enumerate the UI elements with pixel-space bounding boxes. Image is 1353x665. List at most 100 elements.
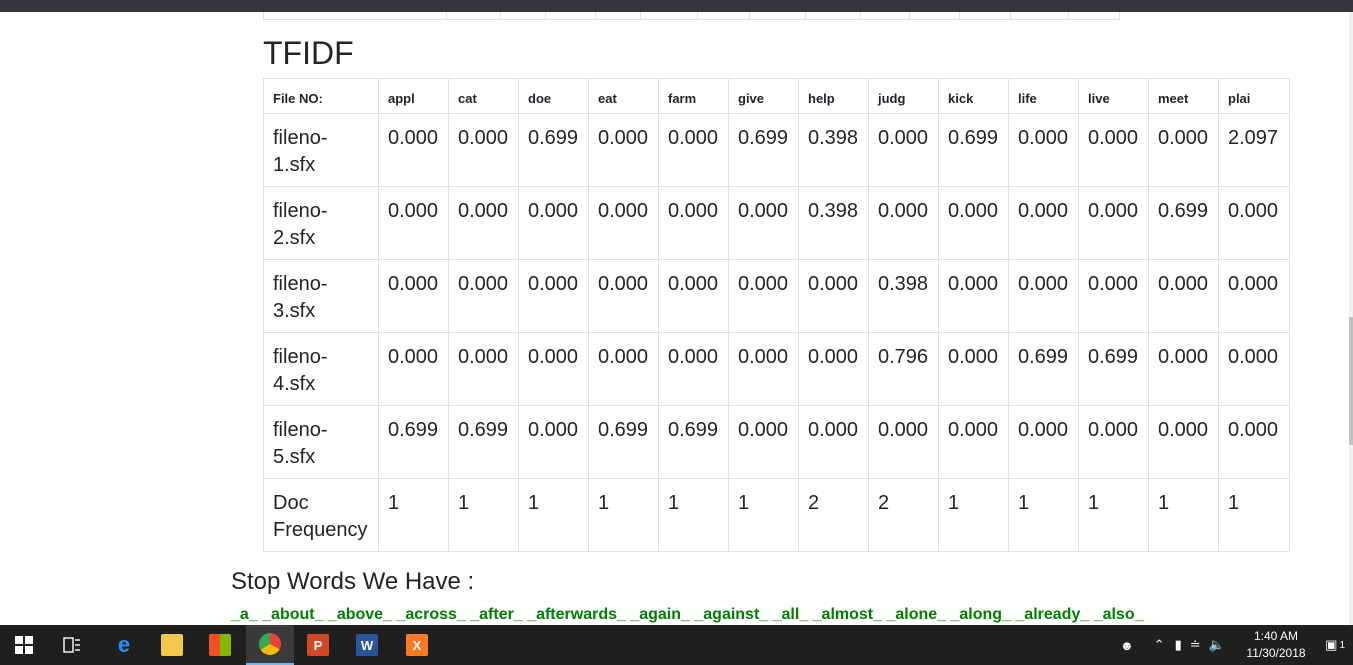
table-row: Doc Frequency 1 1 1 1 1 1 2 2 1 1 1 1 1 — [263, 478, 1290, 552]
system-tray: ☻ ⌃ ▮ ≐ 🔈 — [1120, 625, 1225, 665]
tfidf-value-cell: 0.000 — [1008, 405, 1079, 479]
tfidf-value-cell: 0.398 — [868, 259, 939, 333]
tfidf-value-cell: 0.699 — [1148, 186, 1219, 260]
clock-date: 11/30/2018 — [1246, 646, 1306, 660]
word-button[interactable]: W — [343, 625, 391, 665]
tfidf-value-cell: 0.000 — [658, 113, 729, 187]
stop-words-title: Stop Words We Have : — [231, 568, 475, 595]
chevron-up-icon[interactable]: ⌃ — [1154, 637, 1165, 653]
column-header-help: help — [798, 78, 869, 114]
tfidf-value-cell: 0.796 — [868, 332, 939, 406]
tfidf-value-cell: 0.699 — [658, 405, 729, 479]
tfidf-value-cell: 0.000 — [1008, 186, 1079, 260]
tfidf-value-cell: 0.000 — [798, 332, 869, 406]
tfidf-table: File NO: appl cat doe eat farm give help judg kic… — [263, 78, 1290, 552]
tfidf-value-cell: 0.699 — [448, 405, 519, 479]
page-title: TFIDF — [263, 35, 354, 71]
row-label-cell: fileno-2.sfx — [263, 186, 379, 260]
windows-taskbar: e P W X ☻ ⌃ ▮ ≐ 🔈 1:40 AM 11/30/2018 ▣ 1 — [0, 625, 1353, 665]
task-view-icon — [63, 637, 80, 653]
chrome-button[interactable] — [246, 625, 294, 665]
tfidf-value-cell: 2 — [868, 478, 939, 552]
word-icon: W — [356, 634, 378, 656]
tfidf-value-cell: 0.699 — [378, 405, 449, 479]
tfidf-value-cell: 0.000 — [728, 259, 799, 333]
previous-table-bottom-edge — [263, 12, 1120, 20]
table-row: fileno-1.sfx 0.000 0.000 0.699 0.000 0.000 0.6… — [263, 113, 1290, 187]
powerpoint-icon: P — [307, 634, 329, 656]
column-header-file-no: File NO: — [263, 78, 379, 114]
tfidf-value-cell: 1 — [938, 478, 1009, 552]
task-view-button[interactable] — [48, 625, 96, 665]
tfidf-value-cell: 0.000 — [938, 259, 1009, 333]
tfidf-value-cell: 0.000 — [658, 186, 729, 260]
tfidf-value-cell: 1 — [1078, 478, 1149, 552]
tfidf-value-cell: 0.000 — [1218, 259, 1290, 333]
file-explorer-button[interactable] — [148, 625, 196, 665]
tfidf-value-cell: 0.000 — [798, 405, 869, 479]
xampp-icon: X — [406, 634, 428, 656]
tfidf-value-cell: 0.699 — [1008, 332, 1079, 406]
tfidf-value-cell: 0.699 — [728, 113, 799, 187]
browser-top-bar — [0, 0, 1353, 12]
tfidf-value-cell: 0.000 — [1078, 113, 1149, 187]
tfidf-value-cell: 0.000 — [378, 113, 449, 187]
tfidf-value-cell: 2.097 — [1218, 113, 1290, 187]
tfidf-value-cell: 1 — [1008, 478, 1079, 552]
volume-icon[interactable]: 🔈 — [1209, 637, 1225, 653]
tfidf-value-cell: 0.000 — [798, 259, 869, 333]
tfidf-value-cell: 0.000 — [588, 259, 659, 333]
table-row: fileno-5.sfx 0.699 0.699 0.000 0.699 0.699 0.0… — [263, 405, 1290, 479]
column-header-cat: cat — [448, 78, 519, 114]
tfidf-value-cell: 0.000 — [518, 405, 589, 479]
row-label-cell: fileno-4.sfx — [263, 332, 379, 406]
notification-icon: ▣ — [1325, 637, 1338, 652]
edge-icon: e — [117, 632, 131, 657]
edge-button[interactable]: e — [100, 625, 148, 665]
tfidf-value-cell: 0.000 — [1218, 405, 1290, 479]
tfidf-value-cell: 0.000 — [1078, 259, 1149, 333]
tfidf-value-cell: 0.000 — [588, 186, 659, 260]
tfidf-value-cell: 0.000 — [1008, 113, 1079, 187]
table-row: fileno-2.sfx 0.000 0.000 0.000 0.000 0.000 0.0… — [263, 186, 1290, 260]
tfidf-value-cell: 0.000 — [1078, 405, 1149, 479]
xampp-button[interactable]: X — [393, 625, 441, 665]
action-center-button[interactable]: ▣ 1 — [1325, 625, 1345, 665]
tfidf-value-cell: 0.000 — [1148, 332, 1219, 406]
tfidf-value-cell: 0.000 — [938, 332, 1009, 406]
tfidf-value-cell: 0.000 — [868, 186, 939, 260]
scrollbar-thumb[interactable] — [1349, 317, 1353, 445]
column-header-live: live — [1078, 78, 1149, 114]
tfidf-value-cell: 0.000 — [1218, 186, 1290, 260]
folder-icon — [161, 634, 183, 656]
tfidf-value-cell: 1 — [1148, 478, 1219, 552]
tfidf-value-cell: 0.000 — [938, 405, 1009, 479]
tfidf-value-cell: 0.000 — [1078, 186, 1149, 260]
tfidf-value-cell: 0.699 — [518, 113, 589, 187]
tfidf-value-cell: 1 — [1218, 478, 1290, 552]
row-label-cell: fileno-3.sfx — [263, 259, 379, 333]
tfidf-value-cell: 2 — [798, 478, 869, 552]
column-header-give: give — [728, 78, 799, 114]
column-header-kick: kick — [938, 78, 1009, 114]
tfidf-value-cell: 0.000 — [1148, 113, 1219, 187]
tfidf-value-cell: 0.000 — [938, 186, 1009, 260]
tfidf-value-cell: 0.000 — [378, 186, 449, 260]
table-header-row: File NO: appl cat doe eat farm give help judg kic… — [263, 78, 1290, 114]
wifi-icon[interactable]: ≐ — [1190, 637, 1201, 653]
store-button[interactable] — [196, 625, 244, 665]
tfidf-value-cell: 0.398 — [798, 113, 869, 187]
tfidf-value-cell: 0.398 — [798, 186, 869, 260]
column-header-appl: appl — [378, 78, 449, 114]
tfidf-value-cell: 0.699 — [938, 113, 1009, 187]
clock[interactable]: 1:40 AM 11/30/2018 — [1241, 628, 1311, 662]
tfidf-value-cell: 0.000 — [448, 113, 519, 187]
people-icon[interactable]: ☻ — [1120, 638, 1134, 653]
battery-icon[interactable]: ▮ — [1175, 637, 1182, 653]
stop-words-list: _a_ _about_ _above_ _across_ _after_ _af… — [231, 606, 1144, 623]
tfidf-value-cell: 0.699 — [1078, 332, 1149, 406]
column-header-doe: doe — [518, 78, 589, 114]
column-header-plai: plai — [1218, 78, 1290, 114]
powerpoint-button[interactable]: P — [294, 625, 342, 665]
start-button[interactable] — [0, 625, 48, 665]
